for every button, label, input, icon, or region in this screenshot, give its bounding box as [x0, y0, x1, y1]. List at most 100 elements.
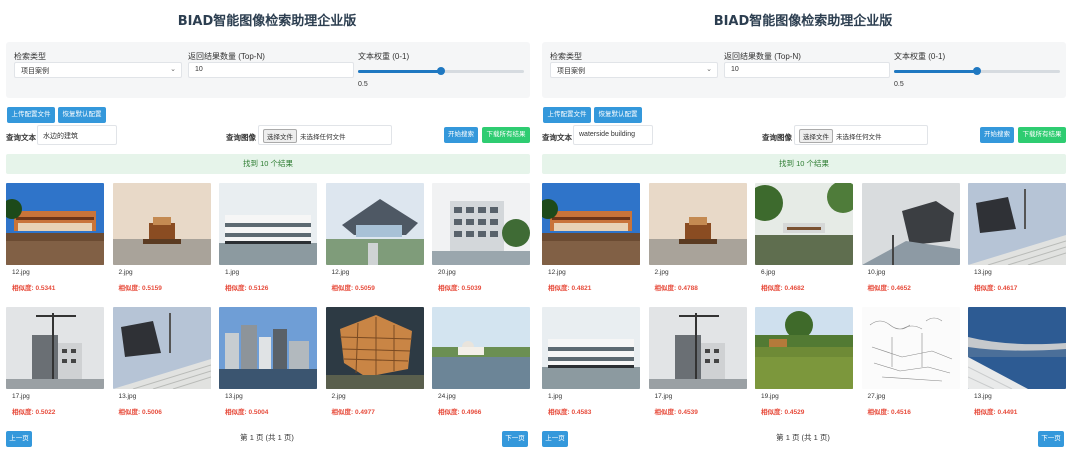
app-title: BIAD智能图像检索助理企业版: [177, 14, 357, 29]
result-card[interactable]: 20.jpg 相似度: 0.5039: [432, 183, 530, 301]
choose-file-button[interactable]: 选择文件: [799, 129, 833, 143]
download-all-button[interactable]: 下载所有结果: [482, 127, 530, 143]
photo-building-waterfront[interactable]: [542, 183, 640, 265]
photo-green-pond[interactable]: [755, 307, 853, 389]
download-all-button[interactable]: 下载所有结果: [1018, 127, 1066, 143]
photo-dark-museum[interactable]: [861, 183, 960, 265]
result-similarity: 相似度: 0.5341: [12, 285, 56, 292]
text-weight-slider[interactable]: [894, 67, 1060, 75]
photo-building-waterfront[interactable]: [6, 183, 104, 265]
photo-white-building[interactable]: [542, 307, 640, 389]
query-text-input[interactable]: waterside building: [573, 125, 653, 145]
result-card[interactable]: 2.jpg 相似度: 0.4788: [648, 183, 747, 301]
result-card[interactable]: 12.jpg 相似度: 0.4821: [542, 183, 640, 301]
slider-fill: [894, 70, 977, 73]
reset-config-button[interactable]: 恢复默认配置: [594, 107, 642, 123]
result-card[interactable]: 13.jpg 相似度: 0.5006: [112, 307, 211, 425]
result-count-banner: 找到 10 个结果: [542, 154, 1066, 174]
result-card[interactable]: 24.jpg 相似度: 0.4966: [432, 307, 530, 425]
search-button[interactable]: 开始搜索: [444, 127, 478, 143]
result-card[interactable]: 2.jpg 相似度: 0.4977: [325, 307, 424, 425]
result-filename: 2.jpg: [118, 269, 133, 276]
result-card[interactable]: 2.jpg 相似度: 0.5159: [112, 183, 211, 301]
slider-thumb[interactable]: [973, 67, 981, 75]
photo-museum-steps[interactable]: [112, 307, 211, 389]
image-file-input[interactable]: 选择文件 未选择任何文件: [794, 125, 928, 145]
photo-apartment[interactable]: [432, 183, 530, 265]
result-card[interactable]: 13.jpg 相似度: 0.4491: [968, 307, 1066, 425]
photo-forest-lake[interactable]: [755, 183, 853, 265]
image-file-input[interactable]: 选择文件 未选择任何文件: [258, 125, 392, 145]
photo-white-building[interactable]: [219, 183, 317, 265]
file-status: 未选择任何文件: [836, 134, 882, 141]
topn-input[interactable]: 10: [188, 62, 354, 78]
search-button[interactable]: 开始搜索: [980, 127, 1014, 143]
result-filename: 1.jpg: [225, 269, 240, 276]
topn-label: 返回结果数量 (Top-N): [724, 52, 801, 61]
result-similarity: 相似度: 0.5126: [225, 285, 269, 292]
result-similarity: 相似度: 0.4539: [654, 409, 698, 416]
photo-island-building[interactable]: [648, 183, 747, 265]
result-similarity: 相似度: 0.5004: [225, 409, 269, 416]
file-status: 未选择任何文件: [300, 134, 346, 141]
result-filename: 24.jpg: [438, 393, 456, 400]
result-card[interactable]: 1.jpg 相似度: 0.5126: [219, 183, 317, 301]
photo-museum-steps[interactable]: [968, 183, 1066, 265]
result-card[interactable]: 27.jpg 相似度: 0.4516: [861, 307, 960, 425]
search-type-select[interactable]: 项目案例 ⌄: [14, 62, 182, 78]
result-card[interactable]: 6.jpg 相似度: 0.4682: [755, 183, 853, 301]
photo-curved-terrace[interactable]: [968, 307, 1066, 389]
result-card[interactable]: 19.jpg 相似度: 0.4529: [755, 307, 853, 425]
photo-crane-building[interactable]: [6, 307, 104, 389]
upload-config-button[interactable]: 上传配置文件: [543, 107, 591, 123]
result-similarity: 相似度: 0.4977: [331, 409, 375, 416]
upload-config-button[interactable]: 上传配置文件: [7, 107, 55, 123]
search-type-select[interactable]: 项目案例 ⌄: [550, 62, 718, 78]
photo-island-building[interactable]: [112, 183, 211, 265]
result-card[interactable]: 17.jpg 相似度: 0.5022: [6, 307, 104, 425]
next-page-button[interactable]: 下一页: [1038, 431, 1064, 447]
result-filename: 19.jpg: [761, 393, 779, 400]
text-weight-label: 文本权重 (0-1): [358, 52, 410, 61]
choose-file-button[interactable]: 选择文件: [263, 129, 297, 143]
result-similarity: 相似度: 0.4821: [548, 285, 592, 292]
result-card[interactable]: 1.jpg 相似度: 0.4583: [542, 307, 640, 425]
result-card[interactable]: 13.jpg 相似度: 0.5004: [219, 307, 317, 425]
result-filename: 13.jpg: [974, 393, 992, 400]
result-similarity: 相似度: 0.4682: [761, 285, 805, 292]
photo-city-skyline[interactable]: [219, 307, 317, 389]
query-image-label: 查询图像: [226, 133, 256, 142]
result-filename: 2.jpg: [654, 269, 669, 276]
search-type-label: 检索类型: [550, 52, 582, 61]
result-card[interactable]: 12.jpg 相似度: 0.5059: [325, 183, 424, 301]
result-similarity: 相似度: 0.5159: [118, 285, 162, 292]
search-panel-chinese-query: BIAD智能图像检索助理企业版 检索类型 项目案例 ⌄ 返回结果数量 (Top-N…: [4, 0, 530, 463]
result-similarity: 相似度: 0.5006: [118, 409, 162, 416]
text-weight-value: 0.5: [358, 81, 368, 88]
result-card[interactable]: 12.jpg 相似度: 0.5341: [6, 183, 104, 301]
result-similarity: 相似度: 0.4491: [974, 409, 1018, 416]
result-card[interactable]: 13.jpg 相似度: 0.4617: [968, 183, 1066, 301]
result-similarity: 相似度: 0.4617: [974, 285, 1018, 292]
photo-crane-building[interactable]: [648, 307, 747, 389]
photo-lake-dome[interactable]: [432, 307, 530, 389]
photo-lattice-cube[interactable]: [325, 307, 424, 389]
next-page-button[interactable]: 下一页: [502, 431, 528, 447]
result-filename: 12.jpg: [548, 269, 566, 276]
result-count-banner: 找到 10 个结果: [6, 154, 530, 174]
search-type-label: 检索类型: [14, 52, 46, 61]
reset-config-button[interactable]: 恢复默认配置: [58, 107, 106, 123]
query-text-input[interactable]: 水边的建筑: [37, 125, 117, 145]
query-text-label: 查询文本: [6, 133, 36, 142]
slider-thumb[interactable]: [437, 67, 445, 75]
chevron-down-icon: ⌄: [706, 66, 712, 73]
topn-input[interactable]: 10: [724, 62, 890, 78]
photo-sketch[interactable]: [861, 307, 960, 389]
result-similarity: 相似度: 0.4583: [548, 409, 592, 416]
photo-angled-roof[interactable]: [325, 183, 424, 265]
result-card[interactable]: 17.jpg 相似度: 0.4539: [648, 307, 747, 425]
result-filename: 12.jpg: [331, 269, 350, 276]
result-card[interactable]: 10.jpg 相似度: 0.4652: [861, 183, 960, 301]
result-filename: 27.jpg: [867, 393, 886, 400]
text-weight-slider[interactable]: [358, 67, 524, 75]
